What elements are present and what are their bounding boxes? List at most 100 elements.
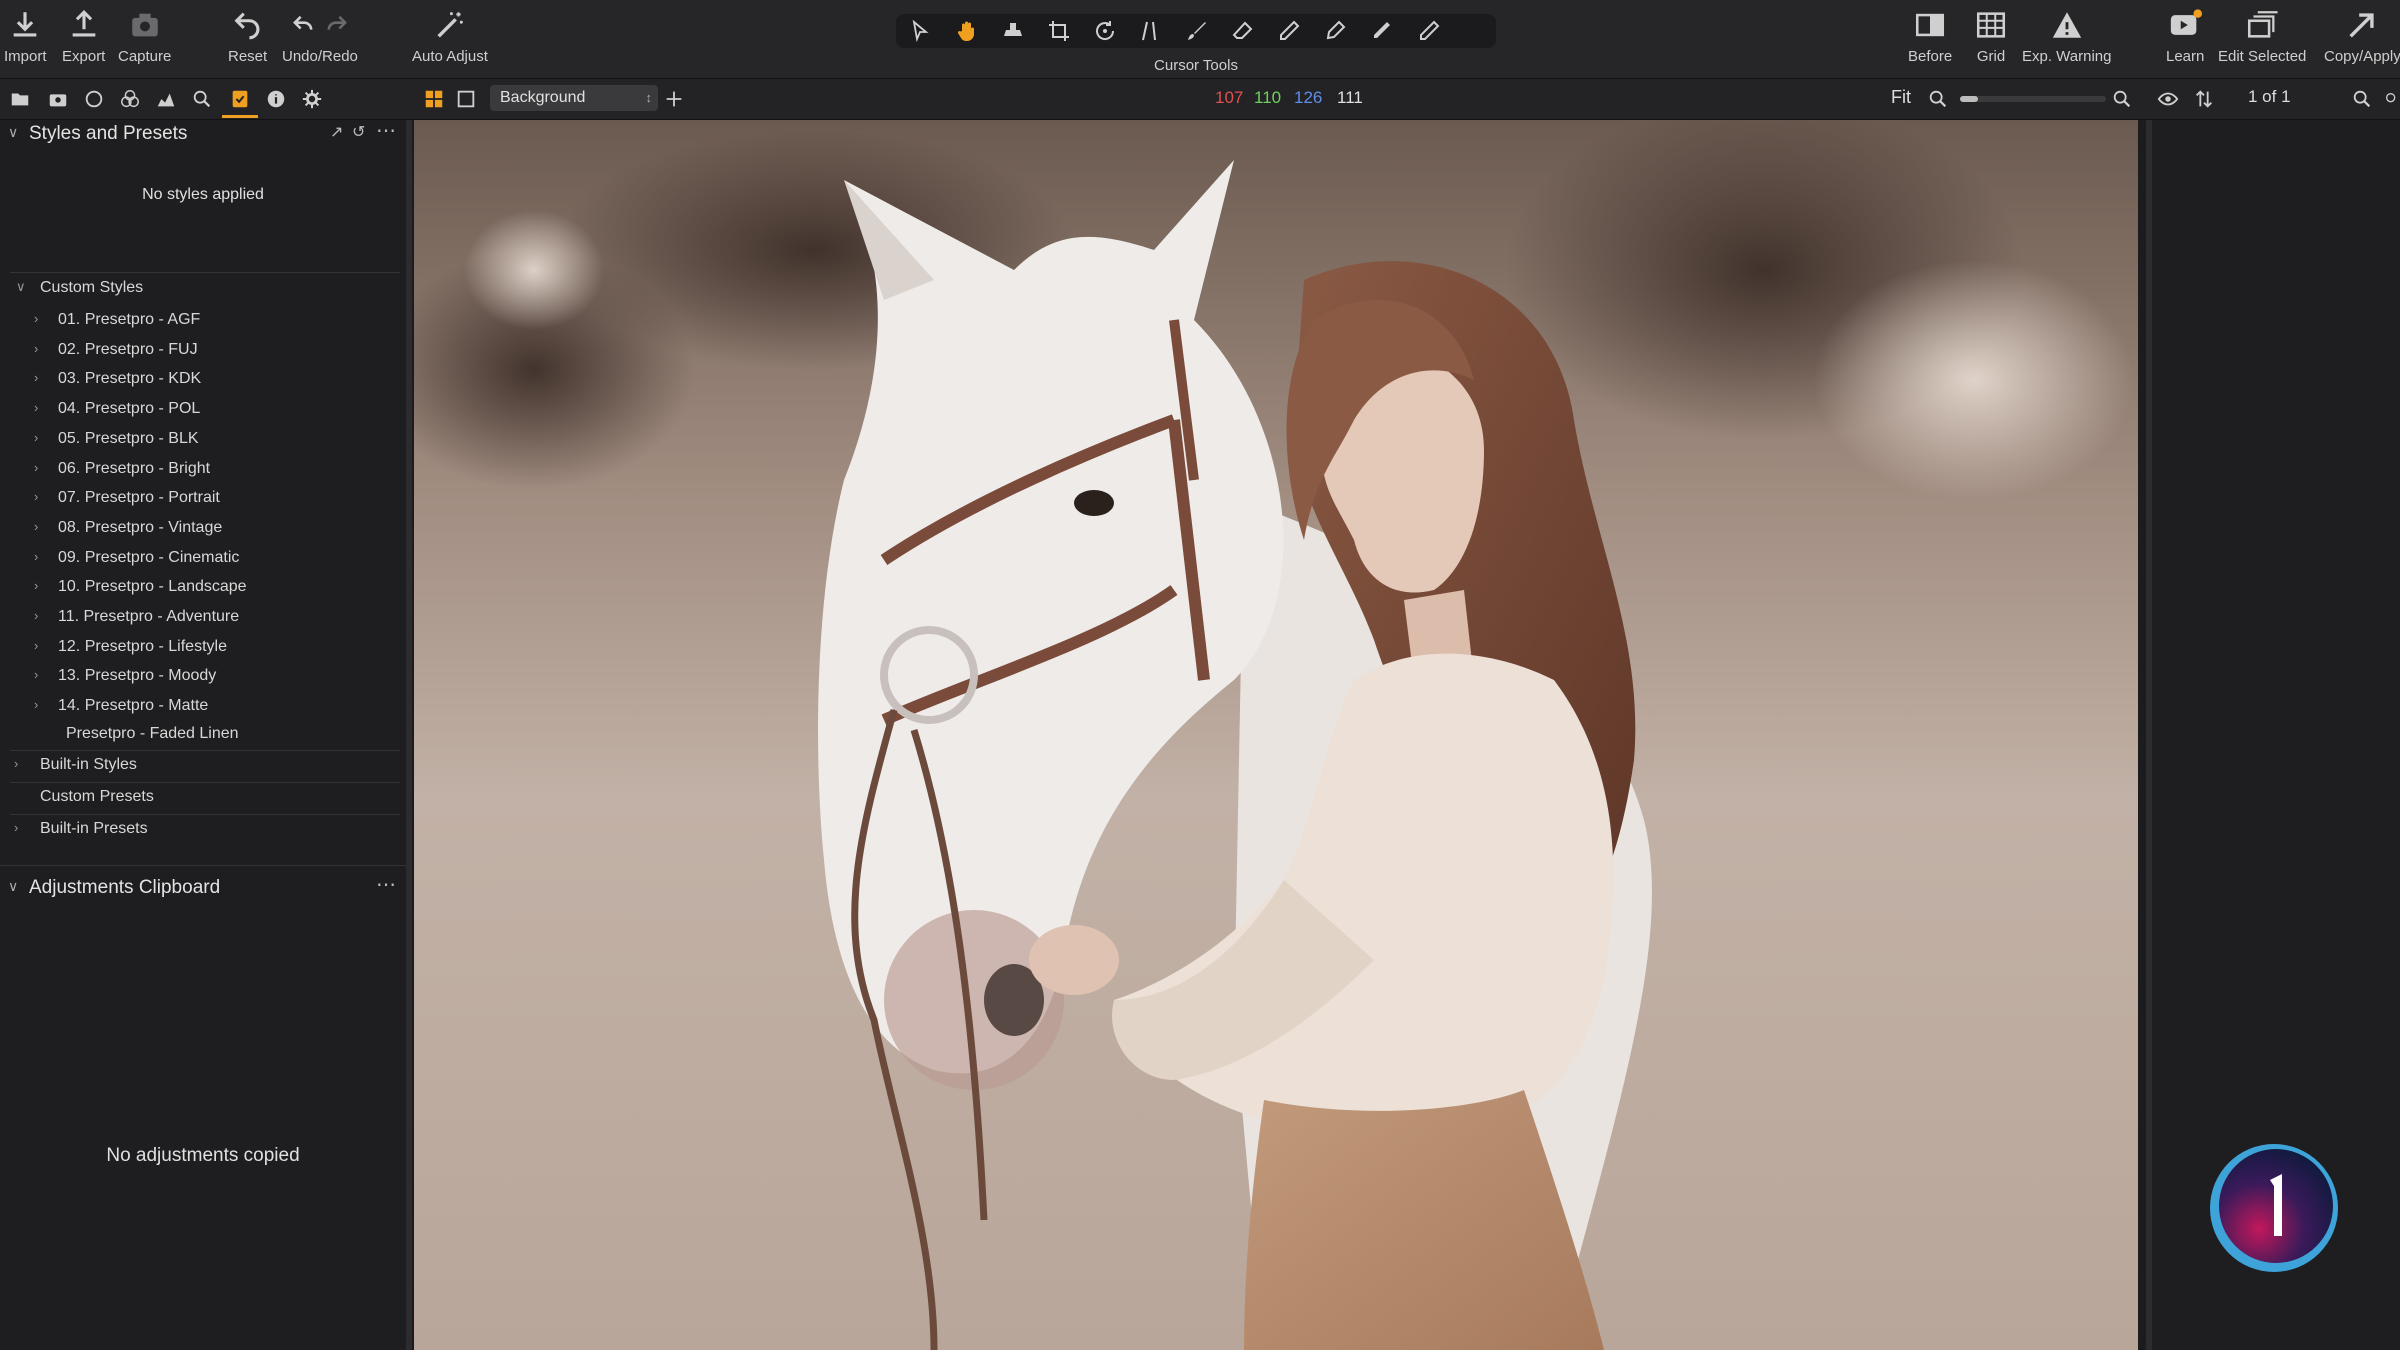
style-item[interactable]: › 04. Presetpro - POL [0, 396, 400, 424]
add-layer-button[interactable] [662, 87, 686, 111]
draw-mask-tool[interactable] [1178, 20, 1216, 42]
heal-tool[interactable] [1316, 20, 1354, 42]
chevron-right-icon: › [34, 340, 39, 356]
grid-icon [1976, 12, 2006, 38]
style-item[interactable]: › 08. Presetpro - Vintage [0, 515, 400, 543]
linear-gradient-tool[interactable] [1270, 20, 1308, 42]
styles-presets-header[interactable]: ∨ Styles and Presets ↗ ↺ ⋯ [0, 120, 406, 150]
reset-tool-icon[interactable]: ↺ [352, 122, 365, 142]
tab-library[interactable] [8, 87, 32, 111]
builtin-styles-label: Built-in Styles [40, 756, 137, 773]
keystone-tool[interactable] [1132, 20, 1170, 42]
capture-one-logo-icon [2210, 1144, 2338, 1272]
color-circles-icon [121, 90, 139, 108]
style-item[interactable]: › 07. Presetpro - Portrait [0, 485, 400, 513]
preview-toggle[interactable] [2156, 87, 2180, 111]
learn-button[interactable]: Learn [2166, 8, 2204, 65]
loupe-tool[interactable] [994, 20, 1032, 42]
layer-select[interactable]: Background ↕ [490, 85, 658, 111]
single-view-toggle[interactable] [454, 87, 478, 111]
exposure-warning-button[interactable]: Exp. Warning [2022, 8, 2111, 65]
cursor-tools-label: Cursor Tools [1154, 57, 1238, 74]
builtin-presets-group[interactable]: › Built-in Presets [0, 816, 400, 844]
import-label: Import [4, 48, 47, 65]
photo-image [414, 120, 2138, 1350]
undo-redo-button[interactable]: Undo/Redo [282, 8, 358, 65]
style-item[interactable]: › 12. Presetpro - Lifestyle [0, 634, 400, 662]
capture-button[interactable]: Capture [118, 8, 171, 65]
zoom-slider[interactable] [1960, 96, 2106, 102]
browser-search-button[interactable] [2350, 87, 2374, 111]
style-item[interactable]: › 02. Presetpro - FUJ [0, 337, 400, 365]
chevron-right-icon: › [14, 756, 19, 771]
single-view-icon [457, 90, 475, 108]
rgb-readout-l: 111 [1337, 88, 1363, 107]
edit-selected-button[interactable]: Edit Selected [2218, 8, 2306, 65]
custom-presets-group[interactable]: Custom Presets [0, 784, 400, 812]
zoom-in-button[interactable] [2110, 87, 2134, 111]
adjustments-clipboard-header[interactable]: ∨ Adjustments Clipboard ⋯ [0, 874, 406, 904]
edit-selected-label: Edit Selected [2218, 48, 2307, 65]
reset-label: Reset [228, 48, 268, 65]
main-toolbar: Import Export Capture Reset Undo/Redo Au… [0, 0, 2400, 79]
zoom-fit-button[interactable]: Fit [1891, 87, 1911, 108]
copy-apply-button[interactable]: Copy/Apply [2324, 8, 2400, 65]
chevron-right-icon: › [34, 667, 39, 683]
tab-metadata[interactable] [264, 87, 288, 111]
tab-adjustments[interactable] [228, 87, 252, 111]
redo-icon [327, 15, 347, 30]
tab-lens[interactable] [82, 87, 106, 111]
zoom-out-button[interactable] [1926, 87, 1950, 111]
style-item[interactable]: › 05. Presetpro - BLK [0, 426, 400, 454]
gear-icon [302, 89, 322, 109]
tab-output[interactable] [300, 87, 324, 111]
style-item-faded-linen[interactable]: Presetpro - Faded Linen [0, 721, 400, 749]
erase-mask-tool[interactable] [1224, 20, 1262, 42]
style-item[interactable]: › 10. Presetpro - Landscape [0, 574, 400, 602]
sort-button[interactable] [2192, 87, 2216, 111]
grid-label: Grid [1976, 48, 2006, 65]
style-item[interactable]: › 09. Presetpro - Cinematic [0, 545, 400, 573]
builtin-styles-group[interactable]: › Built-in Styles [0, 752, 400, 780]
export-button[interactable]: Export [62, 8, 105, 65]
browser-search-button-2[interactable] [2384, 87, 2400, 111]
grid-view-toggle[interactable] [422, 87, 446, 111]
style-item[interactable]: › 14. Presetpro - Matte [0, 693, 400, 721]
eyedropper-icon [1374, 22, 1390, 38]
rgb-readout-b: 126 [1294, 88, 1323, 107]
pan-tool[interactable] [948, 20, 986, 42]
style-item[interactable]: › 11. Presetpro - Adventure [0, 604, 400, 632]
rotate-tool[interactable] [1086, 20, 1124, 42]
more-options-icon[interactable]: ⋯ [376, 872, 396, 897]
histogram-icon [157, 93, 175, 107]
style-item[interactable]: › 03. Presetpro - KDK [0, 366, 400, 394]
expand-icon[interactable]: ↗ [330, 122, 343, 142]
divider [10, 782, 400, 783]
tab-exposure[interactable] [154, 87, 178, 111]
import-button[interactable]: Import [4, 8, 47, 65]
reset-button[interactable]: Reset [228, 8, 267, 65]
keystone-icon [1142, 21, 1156, 41]
style-item[interactable]: › 06. Presetpro - Bright [0, 456, 400, 484]
annotate-tool[interactable] [1410, 20, 1448, 42]
grid-button[interactable]: Grid [1974, 8, 2008, 65]
select-tool[interactable] [902, 19, 940, 43]
tab-color[interactable] [118, 87, 142, 111]
grid-view-icon [425, 90, 443, 108]
exp-warning-label: Exp. Warning [2022, 48, 2112, 65]
before-button[interactable]: Before [1908, 8, 1952, 65]
chevron-right-icon: › [34, 697, 39, 713]
custom-styles-group[interactable]: ∨ Custom Styles [0, 275, 400, 303]
pen-icon [1326, 20, 1346, 40]
auto-adjust-button[interactable]: Auto Adjust [412, 8, 488, 65]
more-options-icon[interactable]: ⋯ [376, 118, 396, 143]
tab-details[interactable] [190, 87, 214, 111]
picker-tool[interactable] [1362, 20, 1400, 42]
learn-label: Learn [2166, 48, 2205, 65]
style-item[interactable]: › 13. Presetpro - Moody [0, 663, 400, 691]
crop-tool[interactable] [1040, 20, 1078, 42]
style-item[interactable]: › 01. Presetpro - AGF [0, 307, 400, 335]
tab-capture[interactable] [46, 87, 70, 111]
checklist-icon [232, 90, 248, 108]
main-photo-viewer[interactable] [414, 120, 2138, 1350]
